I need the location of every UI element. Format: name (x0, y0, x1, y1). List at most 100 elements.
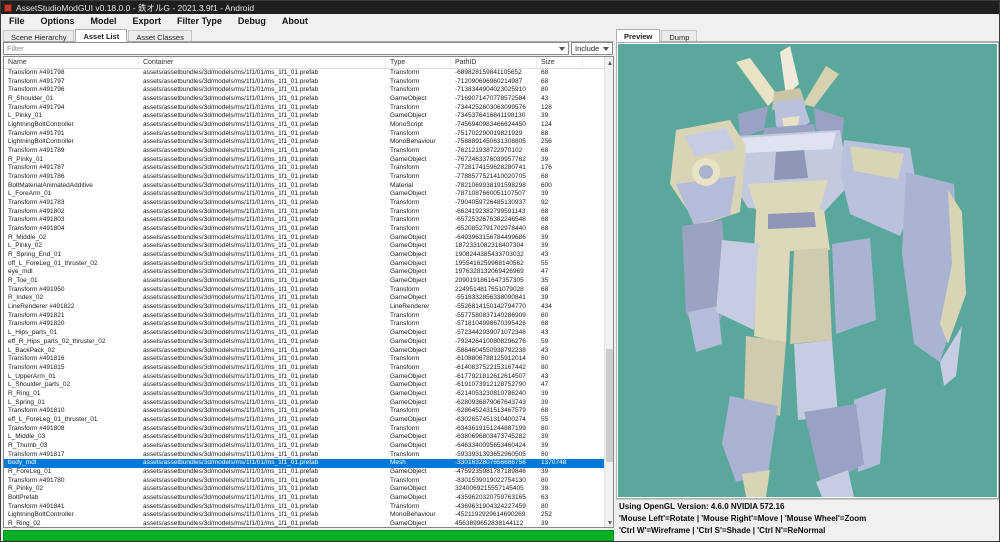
table-row[interactable]: R_Middle_02 assets/assetbundles/3d/model… (4, 234, 605, 243)
table-row[interactable]: off_L_ForeLeg_01_thruster_02 assets/asse… (4, 260, 605, 269)
table-row[interactable]: R_ForeLeg_01 assets/assetbundles/3d/mode… (4, 468, 605, 477)
cell-name: BoltMaterialAnimatedAdditive (8, 181, 93, 189)
table-row[interactable]: Transform #491780 assets/assetbundles/3d… (4, 477, 605, 486)
cell-name: Transform #491791 (8, 129, 65, 137)
table-row[interactable]: Transform #491815 assets/assetbundles/3d… (4, 364, 605, 373)
table-row[interactable]: LightningBoltController assets/assetbund… (4, 121, 605, 130)
model-3d-viewport[interactable] (618, 44, 997, 497)
cell-type: Transform (390, 216, 420, 224)
cell-container: assets/assetbundles/3d/models/ms/1f1/01/… (143, 493, 319, 501)
table-row[interactable]: Transform #491789 assets/assetbundles/3d… (4, 147, 605, 156)
table-row[interactable]: Transform #491796 assets/assetbundles/3d… (4, 86, 605, 95)
table-row[interactable]: L_Pinky_01 assets/assetbundles/3d/models… (4, 112, 605, 121)
menu-model[interactable]: Model (83, 15, 125, 27)
menu-about[interactable]: About (274, 15, 316, 27)
table-row[interactable]: R_Ring_01 assets/assetbundles/3d/models/… (4, 390, 605, 399)
scroll-up-icon[interactable] (605, 58, 613, 67)
table-row[interactable]: Transform #491810 assets/assetbundles/3d… (4, 407, 605, 416)
table-row[interactable]: Transform #491803 assets/assetbundles/3d… (4, 216, 605, 225)
cell-pathid: 1908244385433703032 (455, 251, 524, 259)
cell-container: assets/assetbundles/3d/models/ms/1f1/01/… (143, 69, 319, 76)
table-row[interactable]: L_Pinky_02 assets/assetbundles/3d/models… (4, 242, 605, 251)
table-row[interactable]: L_BackPack_02 assets/assetbundles/3d/mod… (4, 347, 605, 356)
table-row[interactable]: R_Index_02 assets/assetbundles/3d/models… (4, 294, 605, 303)
table-row[interactable]: R_Pinky_02 assets/assetbundles/3d/models… (4, 485, 605, 494)
cell-container: assets/assetbundles/3d/models/ms/1f1/01/… (143, 511, 319, 519)
column-header-size[interactable]: Size (537, 57, 583, 68)
table-row[interactable]: eff_R_Hips_parts_02_thruster_02 assets/a… (4, 338, 605, 347)
cell-size: 43 (541, 95, 549, 103)
table-row[interactable]: Transform #491804 assets/assetbundles/3d… (4, 225, 605, 234)
menu-options[interactable]: Options (33, 15, 83, 27)
column-header-pathid[interactable]: PathID (451, 57, 537, 68)
cell-pathid: -6624192382799591143 (455, 207, 526, 215)
vertical-scrollbar[interactable] (604, 57, 613, 527)
menu-export[interactable]: Export (125, 15, 170, 27)
cell-container: assets/assetbundles/3d/models/ms/1f1/01/… (143, 407, 319, 415)
table-row[interactable]: Transform #491841 assets/assetbundles/3d… (4, 503, 605, 512)
menu-file[interactable]: File (1, 15, 33, 27)
filter-dropdown-button[interactable] (555, 43, 568, 54)
table-row[interactable]: Transform #491798 assets/assetbundles/3d… (4, 69, 605, 78)
table-row[interactable]: Transform #491817 assets/assetbundles/3d… (4, 451, 605, 460)
cell-type: GameObject (390, 441, 427, 449)
table-row[interactable]: BoltMaterialAnimatedAdditive assets/asse… (4, 182, 605, 191)
table-row[interactable]: eff_L_ForeLeg_01_thruster_01 assets/asse… (4, 416, 605, 425)
table-row[interactable]: L_Hips_parts_01 assets/assetbundles/3d/m… (4, 329, 605, 338)
menu-debug[interactable]: Debug (230, 15, 274, 27)
cell-name: Transform #491789 (8, 147, 65, 155)
table-row[interactable]: Transform #491783 assets/assetbundles/3d… (4, 199, 605, 208)
table-row[interactable]: L_Middle_03 assets/assetbundles/3d/model… (4, 433, 605, 442)
tab-preview[interactable]: Preview (616, 29, 661, 42)
column-header-container[interactable]: Container (139, 57, 386, 68)
table-row[interactable]: L_Spring_01 assets/assetbundles/3d/model… (4, 399, 605, 408)
tab-asset-classes[interactable]: Asset Classes (128, 30, 192, 42)
table-row[interactable]: R_Ring_02 assets/assetbundles/3d/models/… (4, 520, 605, 527)
filter-mode-select[interactable]: Include (571, 42, 613, 55)
table-row[interactable]: eye_mdl assets/assetbundles/3d/models/ms… (4, 268, 605, 277)
table-row[interactable]: R_Toe_01 assets/assetbundles/3d/models/m… (4, 277, 605, 286)
table-row[interactable]: R_Shoulder_01 assets/assetbundles/3d/mod… (4, 95, 605, 104)
cell-name: R_Pinky_01 (8, 155, 44, 163)
table-row[interactable]: Transform #491816 assets/assetbundles/3d… (4, 355, 605, 364)
cell-type: Transform (390, 311, 420, 319)
tab-dump[interactable]: Dump (661, 30, 698, 42)
table-row[interactable]: L_UpperArm_01 assets/assetbundles/3d/mod… (4, 373, 605, 382)
cell-size: 39 (541, 190, 549, 198)
table-row[interactable]: Transform #491820 assets/assetbundles/3d… (4, 320, 605, 329)
table-row[interactable]: Transform #491808 assets/assetbundles/3d… (4, 425, 605, 434)
filter-mode-dropdown-button[interactable] (599, 43, 612, 54)
cell-pathid: 1872331082318407304 (455, 242, 524, 250)
table-row[interactable]: LightningBoltController assets/assetbund… (4, 138, 605, 147)
table-row[interactable]: L_ForeArm_01 assets/assetbundles/3d/mode… (4, 190, 605, 199)
cell-container: assets/assetbundles/3d/models/ms/1f1/01/… (143, 242, 319, 250)
column-header-name[interactable]: Name (4, 57, 139, 68)
cell-name: LightningBoltController (8, 138, 74, 146)
table-row[interactable]: R_Spring_End_01 assets/assetbundles/3d/m… (4, 251, 605, 260)
table-row[interactable]: BoltPrefab assets/assetbundles/3d/models… (4, 494, 605, 503)
table-row[interactable]: LineRenderer #491822 assets/assetbundles… (4, 303, 605, 312)
table-row[interactable]: Transform #491791 assets/assetbundles/3d… (4, 130, 605, 139)
table-row[interactable]: Transform #491794 assets/assetbundles/3d… (4, 104, 605, 113)
cell-container: assets/assetbundles/3d/models/ms/1f1/01/… (143, 147, 319, 155)
table-row[interactable]: Transform #491797 assets/assetbundles/3d… (4, 78, 605, 87)
table-row[interactable]: L_Shoulder_parts_02 assets/assetbundles/… (4, 381, 605, 390)
filter-input[interactable] (4, 43, 555, 54)
tab-scene-hierarchy[interactable]: Scene Hierarchy (3, 30, 75, 42)
menu-filter-type[interactable]: Filter Type (169, 15, 230, 27)
table-row[interactable]: Transform #491786 assets/assetbundles/3d… (4, 173, 605, 182)
table-row[interactable]: Transform #491802 assets/assetbundles/3d… (4, 208, 605, 217)
table-row[interactable]: body_mdl assets/assetbundles/3d/models/m… (4, 459, 605, 468)
scroll-down-icon[interactable] (605, 518, 613, 527)
table-row[interactable]: R_Pinky_01 assets/assetbundles/3d/models… (4, 156, 605, 165)
table-row[interactable]: LightningBoltController assets/assetbund… (4, 511, 605, 520)
cell-container: assets/assetbundles/3d/models/ms/1f1/01/… (143, 190, 319, 198)
scrollbar-thumb[interactable] (606, 349, 613, 463)
table-row[interactable]: Transform #491821 assets/assetbundles/3d… (4, 312, 605, 321)
table-row[interactable]: R_Thumb_03 assets/assetbundles/3d/models… (4, 442, 605, 451)
table-row[interactable]: Transform #491950 assets/assetbundles/3d… (4, 286, 605, 295)
tab-asset-list[interactable]: Asset List (75, 29, 128, 42)
cell-type: GameObject (390, 242, 427, 250)
table-row[interactable]: Transform #491787 assets/assetbundles/3d… (4, 164, 605, 173)
column-header-type[interactable]: Type (386, 57, 451, 68)
